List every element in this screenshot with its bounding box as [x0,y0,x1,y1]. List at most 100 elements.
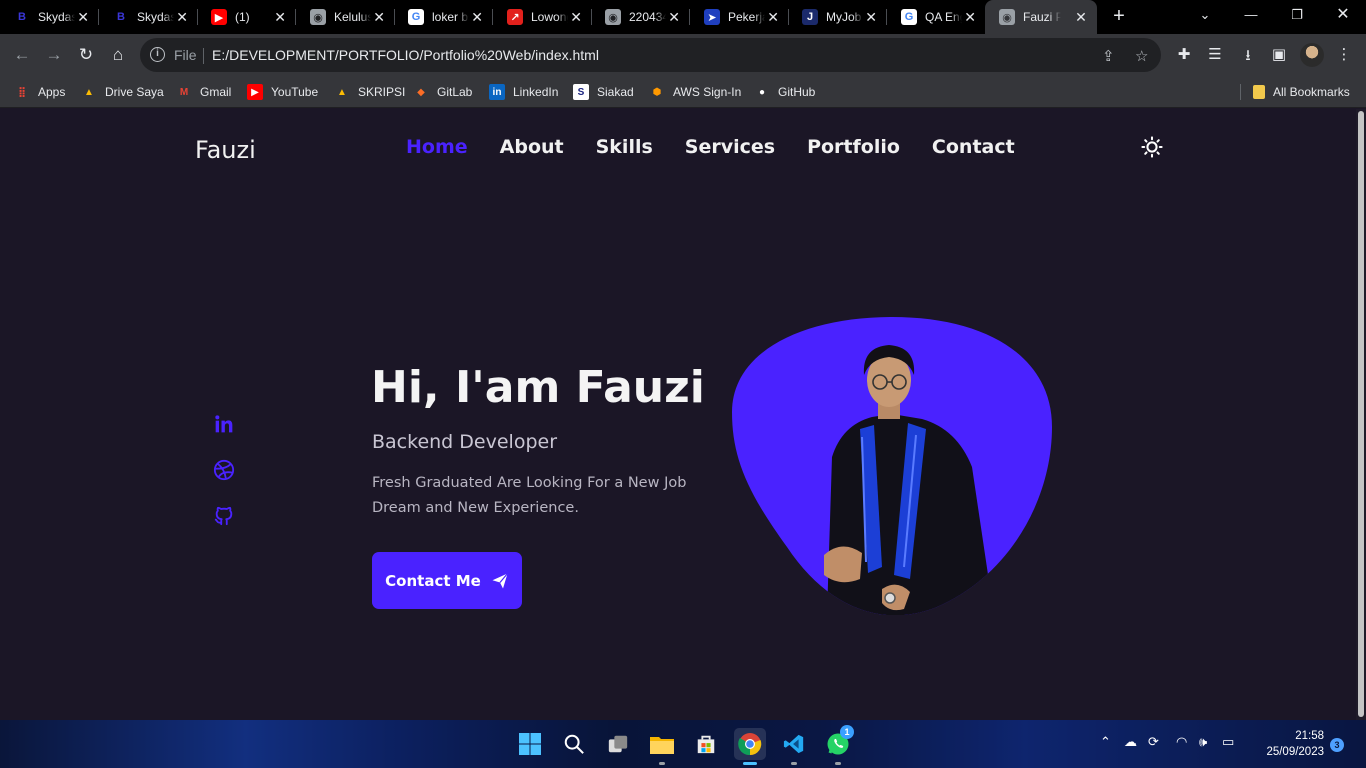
reading-list-icon[interactable]: ☰ [1204,45,1226,63]
notification-badge[interactable]: 3 [1330,738,1344,752]
tab-title: Skydash [38,10,76,24]
close-tab-icon[interactable]: ✕ [568,9,584,26]
back-arrow-icon[interactable]: ← [10,43,34,67]
bookmark-item[interactable]: M Gmail [176,82,232,102]
bookmark-star-icon[interactable]: ☆ [1135,47,1148,65]
gmail-icon: M [179,86,189,98]
bookmark-item[interactable]: ▶ YouTube [247,82,318,102]
close-window-button[interactable]: ✕ [1320,0,1366,34]
browser-tab[interactable]: ▶ (1) ✕ [197,0,296,34]
reload-icon[interactable]: ↻ [74,43,98,67]
bookmark-item[interactable]: ◆ GitLab [413,82,472,102]
browser-tab[interactable]: B Skydash✕ [99,0,198,34]
browser-tab[interactable]: B Skydash✕ [0,0,99,34]
tab-favicon-icon: ◉ [310,9,326,25]
battery-icon[interactable]: ▭ [1222,734,1234,750]
bookmark-item[interactable]: ▲ SKRIPSI [334,82,405,102]
bookmark-label: SKRIPSI [358,85,406,99]
menu-kebab-icon[interactable]: ⋮ [1333,45,1355,63]
browser-tab[interactable]: ◉ 2204345✕ [591,0,690,34]
close-tab-icon[interactable]: ✕ [1073,9,1089,26]
task-view-icon[interactable] [602,728,634,760]
nav-link-home[interactable]: Home [406,136,468,158]
nav-link-services[interactable]: Services [685,136,775,158]
wifi-icon[interactable]: ◠ [1176,734,1187,750]
close-tab-icon[interactable]: ✕ [962,9,978,26]
bookmark-label: LinkedIn [513,85,559,99]
system-clock[interactable]: 21:58 25/09/2023 [1250,728,1324,760]
browser-tab[interactable]: ➤ Pekerjaan✕ [690,0,789,34]
side-panel-icon[interactable]: ▣ [1268,45,1290,63]
browser-tab[interactable]: ◉ Kelulusan✕ [296,0,395,34]
tab-favicon-icon: ◉ [999,9,1015,25]
share-icon[interactable]: ⇪ [1102,47,1115,65]
minimize-button[interactable]: — [1228,0,1274,34]
browser-tab[interactable]: ◉ Fauzi Portfolio ✕ [985,0,1097,34]
nav-link-skills[interactable]: Skills [596,136,653,158]
linkedin-icon[interactable] [212,412,236,436]
clock-time: 21:58 [1295,730,1324,742]
close-tab-icon[interactable]: ✕ [666,9,682,26]
browser-tab[interactable]: G QA Engineer✕ [887,0,986,34]
new-tab-button[interactable]: + [1107,5,1131,29]
microsoft-store-icon[interactable] [690,728,722,760]
whatsapp-icon[interactable]: 1 [822,725,854,765]
bookmark-item[interactable]: ● GitHub [754,82,815,102]
bookmark-item[interactable]: ⣿ Apps [14,82,65,102]
tab-title: Fauzi Portfolio [1023,10,1061,24]
url-text[interactable]: E:/DEVELOPMENT/PORTFOLIO/Portfolio%20Web… [212,47,599,63]
forward-arrow-icon[interactable]: → [42,43,66,67]
nav-link-portfolio[interactable]: Portfolio [807,136,900,158]
close-tab-icon[interactable]: ✕ [174,9,190,26]
search-icon[interactable] [558,728,590,760]
volume-icon[interactable]: 🕪 [1199,734,1207,750]
scrollbar-thumb[interactable] [1358,111,1364,717]
close-tab-icon[interactable]: ✕ [75,9,91,26]
site-info-icon[interactable]: i [150,47,165,62]
close-tab-icon[interactable]: ✕ [469,9,485,26]
all-bookmarks[interactable]: All Bookmarks [1253,82,1350,102]
nav-link-about[interactable]: About [500,136,564,158]
sync-icon[interactable]: ⟳ [1148,734,1159,750]
file-explorer-icon[interactable] [646,728,678,765]
onedrive-cloud-icon[interactable]: ☁ [1124,734,1137,750]
close-tab-icon[interactable]: ✕ [371,9,387,26]
sun-icon[interactable] [1141,136,1163,158]
whatsapp-badge: 1 [840,725,854,739]
chrome-icon[interactable] [734,728,766,765]
close-tab-icon[interactable]: ✕ [765,9,781,26]
site-logo[interactable]: Fauzi [195,136,256,164]
tab-search-chevron-icon[interactable]: ⌄ [1182,0,1228,34]
restore-button[interactable]: ❐ [1274,0,1320,34]
browser-tab[interactable]: Gloker bsd✕ [394,0,493,34]
github-icon: ● [758,86,766,98]
contact-me-button[interactable]: Contact Me [372,552,522,609]
bookmark-item[interactable]: ▲ Drive Saya [81,82,164,102]
download-icon[interactable]: ⭳ [1237,45,1259,70]
extensions-icon[interactable]: ✚ [1173,45,1195,63]
tab-title: (1) [235,10,250,24]
windows-start-icon[interactable] [514,728,546,760]
page-scrollbar[interactable] [1356,109,1366,720]
main-nav: Home About Skills Services Portfolio Contact [406,136,1015,158]
show-hidden-icons-chevron-icon[interactable]: ⌃ [1100,734,1111,750]
gitlab-icon: ◆ [417,86,425,98]
close-tab-icon[interactable]: ✕ [863,9,879,26]
bookmark-item[interactable]: in LinkedIn [489,82,558,102]
browser-tab[interactable]: J MyJob ✕ [788,0,887,34]
bookmark-item[interactable]: S Siakad [573,82,634,102]
tab-favicon-icon: ◉ [605,9,621,25]
profile-avatar[interactable] [1300,43,1324,67]
dribbble-icon[interactable] [212,458,236,482]
vscode-icon[interactable] [778,728,810,765]
tab-favicon-icon: ↗ [507,9,523,25]
clock-date: 25/09/2023 [1266,746,1324,758]
home-icon[interactable]: ⌂ [106,43,130,67]
close-tab-icon[interactable]: ✕ [272,9,288,26]
github-icon[interactable] [212,504,236,528]
browser-tab[interactable]: ↗ Lowongan✕ [493,0,592,34]
bookmark-label: Siakad [597,85,634,99]
address-bar[interactable]: i File E:/DEVELOPMENT/PORTFOLIO/Portfoli… [140,38,1161,72]
bookmark-item[interactable]: ⬢ AWS Sign-In [649,82,742,102]
nav-link-contact[interactable]: Contact [932,136,1015,158]
